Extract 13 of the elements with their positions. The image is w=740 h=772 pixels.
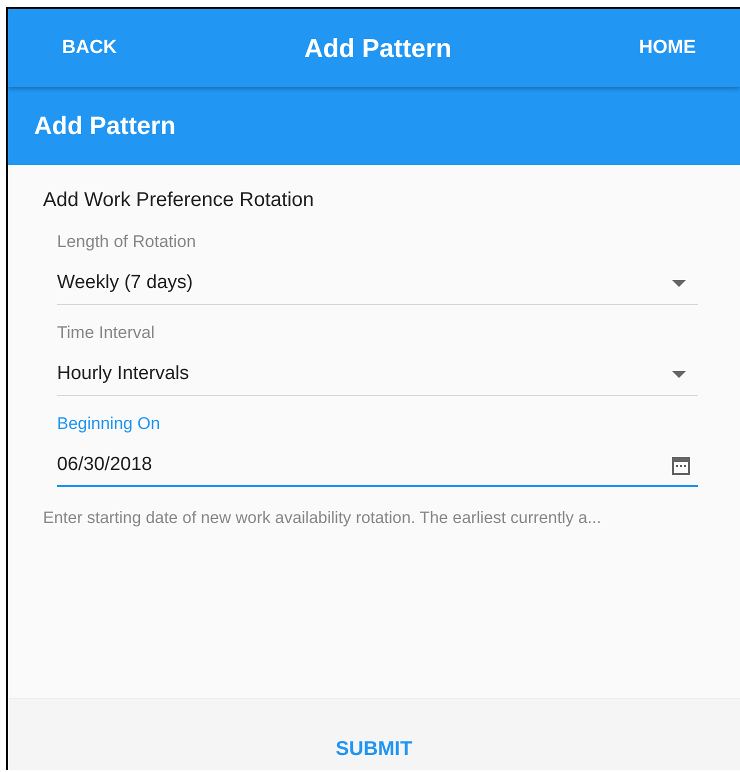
date-field[interactable]: 06/30/2018: [57, 446, 698, 487]
form-title: Add Work Preference Rotation: [43, 189, 315, 212]
page-title: Add Pattern: [34, 112, 176, 140]
field-label: Time Interval: [57, 323, 156, 343]
calendar-icon[interactable]: [670, 454, 692, 476]
app-bar-title: Add Pattern: [304, 32, 452, 64]
field-label: Beginning On: [57, 414, 162, 434]
dropdown-caret-icon: [672, 370, 686, 378]
helper-text: Enter starting date of new work availability rotation. The earliest currently a...: [43, 509, 602, 528]
dropdown-field[interactable]: Weekly (7 days): [57, 264, 698, 305]
dropdown-caret-icon: [672, 280, 686, 286]
field-label: Length of Rotation: [57, 232, 197, 252]
dropdown-field[interactable]: Hourly Intervals: [57, 355, 698, 396]
